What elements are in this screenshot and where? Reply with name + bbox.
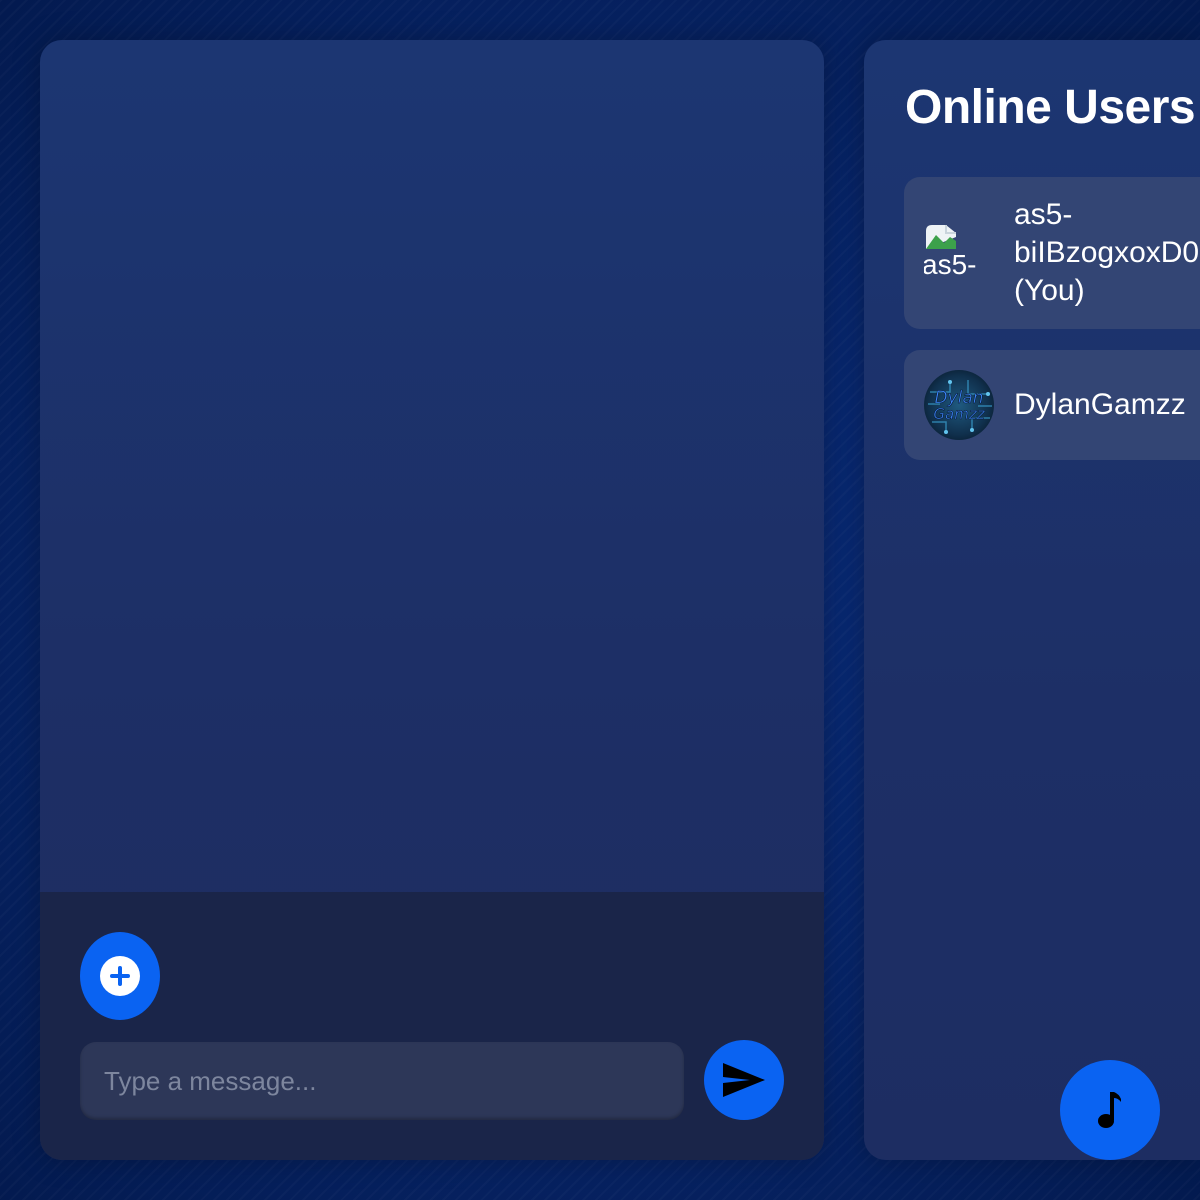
chat-messages-area [40,40,824,892]
attach-button[interactable] [80,932,160,1020]
user-card-dylangamzz[interactable]: Dylan Gamzz DylanGamzz [904,350,1200,460]
chat-composer [40,892,824,1160]
music-button[interactable] [1060,1060,1160,1160]
avatar-image: Dylan Gamzz [924,370,994,440]
avatar: Dylan Gamzz [924,370,994,440]
message-input[interactable] [80,1042,684,1120]
online-users-panel: Online Users as5- as5- biIBzogxoxD0 (You… [864,40,1200,1160]
avatar-alt-text: as5- [924,249,977,280]
send-button[interactable] [704,1040,784,1120]
user-card-self[interactable]: as5- as5- biIBzogxoxD0 (You) [904,177,1200,329]
user-name: DylanGamzz [1014,388,1186,421]
svg-text:Gamzz: Gamzz [933,405,985,423]
avatar: as5- [924,221,994,285]
send-icon [723,1063,765,1097]
chat-panel [40,40,824,1160]
online-users-title: Online Users [905,81,1196,134]
broken-image-icon [926,225,956,249]
music-note-icon [1098,1092,1121,1128]
user-name: as5- biIBzogxoxD0 (You) [1014,198,1200,307]
plus-circle-icon [100,956,140,996]
